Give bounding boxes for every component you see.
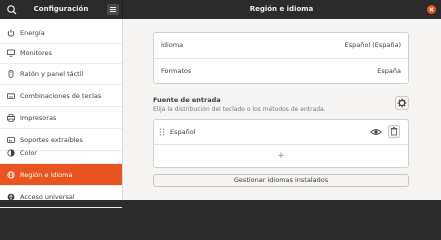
mouse-icon bbox=[7, 70, 15, 78]
sidebar-item-label: Combinaciones de teclas bbox=[20, 92, 102, 100]
drag-handle-icon[interactable] bbox=[159, 128, 165, 136]
sidebar-item-monitores[interactable]: Monitores bbox=[0, 42, 122, 64]
gear-icon bbox=[397, 98, 407, 108]
sidebar-item-region[interactable]: Región e idioma bbox=[0, 164, 122, 186]
sidebar-item-label: Energía bbox=[20, 29, 45, 37]
input-sources-list: Español + bbox=[153, 119, 409, 168]
input-options-button[interactable] bbox=[395, 96, 409, 110]
sidebar-item-impresoras[interactable]: Impresoras bbox=[0, 107, 122, 129]
sidebar-title: Configuración bbox=[33, 5, 89, 13]
keyboard-icon bbox=[7, 92, 15, 100]
remove-input-button[interactable] bbox=[388, 125, 400, 138]
sidebar-item-label: Color bbox=[20, 149, 37, 157]
eye-icon[interactable] bbox=[370, 126, 382, 138]
sidebar-item-acceso[interactable]: Acceso universal bbox=[0, 186, 122, 208]
sidebar-item-energia[interactable]: Energía bbox=[0, 22, 122, 44]
input-sources-title: Fuente de entrada bbox=[153, 96, 221, 104]
color-icon bbox=[7, 149, 15, 157]
language-value: Español (España) bbox=[344, 41, 401, 49]
formats-row[interactable]: Formatos España bbox=[154, 59, 408, 84]
input-sources-subtitle: Elija la distribución del teclado o los … bbox=[153, 106, 326, 113]
add-input-source-button[interactable]: + bbox=[154, 145, 408, 168]
power-icon bbox=[7, 29, 15, 37]
accessibility-icon bbox=[7, 193, 15, 201]
scrollbar[interactable] bbox=[435, 19, 441, 200]
language-row[interactable]: Idioma Español (España) bbox=[154, 33, 408, 58]
sidebar-item-label: Monitores bbox=[20, 49, 52, 57]
sidebar-item-raton[interactable]: Ratón y panel táctil bbox=[0, 63, 122, 85]
display-icon bbox=[7, 49, 15, 57]
close-button[interactable] bbox=[427, 5, 436, 14]
sidebar-item-color[interactable]: Color bbox=[0, 142, 122, 164]
language-label: Idioma bbox=[161, 41, 184, 49]
formats-value: España bbox=[377, 67, 401, 75]
sidebar-item-teclas[interactable]: Combinaciones de teclas bbox=[0, 85, 122, 107]
sidebar-item-label: Región e idioma bbox=[20, 171, 73, 179]
page-title: Región e idioma bbox=[249, 5, 314, 13]
title-bar: Configuración Región e idioma bbox=[0, 0, 441, 19]
trash-icon bbox=[390, 126, 398, 136]
printer-icon bbox=[7, 114, 15, 122]
sidebar: Energía Monitores Ratón y panel táctil C… bbox=[0, 19, 123, 208]
sidebar-item-label: Impresoras bbox=[20, 114, 57, 122]
sidebar-item-label: Acceso universal bbox=[20, 193, 75, 201]
input-source-label: Español bbox=[170, 128, 196, 136]
region-card: Idioma Español (España) Formatos España bbox=[153, 32, 409, 84]
globe-icon bbox=[7, 171, 15, 179]
hamburger-menu-button[interactable] bbox=[107, 4, 119, 15]
sidebar-item-label: Ratón y panel táctil bbox=[20, 70, 84, 78]
manage-languages-button[interactable]: Gestionar idiomas instalados bbox=[153, 174, 409, 187]
formats-label: Formatos bbox=[161, 67, 192, 75]
